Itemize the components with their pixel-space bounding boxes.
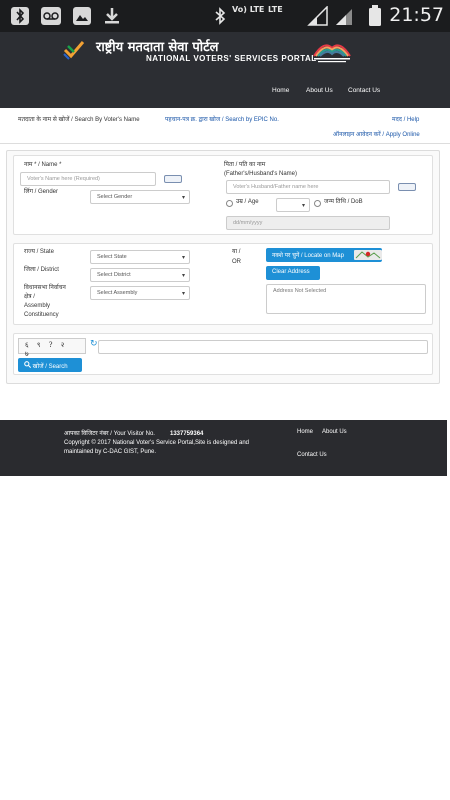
footer-nav-about-us[interactable]: About Us bbox=[322, 428, 347, 437]
assembly-label-hi-2: क्षेत्र / bbox=[24, 294, 35, 300]
captcha-panel: ६ ९ ? २ ७ ↻ खोजें / Search bbox=[13, 333, 433, 375]
dob-label: जन्म तिथि / DoB bbox=[324, 199, 363, 205]
site-header: राष्ट्रीय मतदाता सेवा पोर्टल NATIONAL VO… bbox=[0, 32, 450, 108]
chevron-down-icon: ▾ bbox=[181, 195, 185, 201]
assembly-label-en-2: Constituency bbox=[24, 312, 59, 318]
apply-online-link[interactable]: ऑनलाइन आवेदन करें / Apply Online bbox=[333, 130, 420, 138]
chevron-down-icon: ▾ bbox=[301, 203, 305, 209]
portal-title-english: NATIONAL VOTERS' SERVICES PORTAL bbox=[146, 54, 317, 63]
battery-icon bbox=[368, 5, 382, 33]
nav-home[interactable]: Home bbox=[272, 87, 289, 94]
nav-about-us[interactable]: About Us bbox=[306, 87, 333, 94]
relative-name-label: पिता / पति का नाम bbox=[224, 162, 266, 168]
captcha-input[interactable] bbox=[98, 340, 428, 354]
state-select[interactable]: Select State ▾ bbox=[90, 250, 190, 264]
volte-label: Vo) LTE bbox=[232, 5, 265, 14]
relative-name-input[interactable]: Voter's Husband/Father name here bbox=[226, 180, 390, 194]
status-bar: Vo) LTE LTE 21:57 bbox=[0, 0, 450, 32]
download-icon bbox=[102, 6, 122, 32]
district-select[interactable]: Select District ▾ bbox=[90, 268, 190, 282]
signal-2-icon bbox=[334, 6, 354, 32]
bluetooth-icon bbox=[10, 6, 30, 32]
footer-nav-home[interactable]: Home bbox=[297, 428, 313, 437]
search-by-epic-tab[interactable]: पहचान-पत्र क्र. द्वारा खोज / Search by E… bbox=[165, 115, 279, 123]
visitor-label: आपका विजिटर नंबर / Your Visitor No. bbox=[64, 431, 155, 437]
or-label-en: OR bbox=[232, 259, 241, 265]
nav-contact-us[interactable]: Contact Us bbox=[348, 87, 380, 94]
name-input[interactable]: Voter's Name here (Required) bbox=[20, 172, 156, 186]
relative-keyboard-icon[interactable] bbox=[398, 183, 416, 191]
assembly-label-en-1: Assembly bbox=[24, 303, 51, 309]
clock-time: 21:57 bbox=[389, 4, 444, 26]
eci-logo-icon bbox=[313, 44, 351, 63]
age-select[interactable]: ▾ bbox=[276, 198, 310, 212]
search-by-name-tab[interactable]: मतदाता के नाम से खोजें / Search By Voter… bbox=[18, 115, 140, 123]
state-label: राज्य / State bbox=[24, 249, 54, 255]
portal-title-hindi: राष्ट्रीय मतदाता सेवा पोर्टल bbox=[96, 40, 219, 55]
address-display: Address Not Selected bbox=[266, 284, 426, 314]
refresh-captcha-icon[interactable]: ↻ bbox=[90, 339, 98, 349]
chevron-down-icon: ▾ bbox=[181, 273, 185, 279]
district-label: जिला / District bbox=[24, 267, 59, 273]
portal-logo-icon bbox=[63, 41, 85, 60]
locate-on-map-label: नक्शे पर चुनें / Locate on Map bbox=[272, 253, 344, 259]
or-label-hi: या / bbox=[232, 249, 241, 255]
copyright-line-1: Copyright © 2017 National Voter's Servic… bbox=[64, 440, 250, 446]
clear-address-button[interactable]: Clear Address bbox=[266, 266, 320, 280]
location-panel: राज्य / State Select State ▾ जिला / Dist… bbox=[13, 243, 433, 325]
clear-address-label: Clear Address bbox=[272, 269, 310, 275]
help-link[interactable]: मदद / Help bbox=[392, 115, 419, 123]
search-button-label: खोजें / Search bbox=[32, 364, 68, 370]
site-footer: आपका विजिटर नंबर / Your Visitor No. 1337… bbox=[0, 420, 447, 476]
assembly-label-hi-1: विधानसभा निर्वाचन bbox=[24, 285, 66, 291]
captcha-image: ६ ९ ? २ ७ bbox=[18, 338, 86, 358]
assembly-select[interactable]: Select Assembly ▾ bbox=[90, 286, 190, 300]
search-icon bbox=[24, 361, 33, 370]
district-select-value: Select District bbox=[97, 272, 131, 278]
footer-nav-contact-us[interactable]: Contact Us bbox=[297, 451, 327, 460]
search-form: नाम * / Name * Voter's Name here (Requir… bbox=[6, 150, 440, 384]
dob-input[interactable]: dd/mm/yyyy bbox=[226, 216, 390, 230]
age-radio[interactable] bbox=[226, 200, 233, 207]
gallery-icon bbox=[72, 6, 92, 32]
name-label: नाम * / Name * bbox=[24, 162, 62, 168]
chevron-down-icon: ▾ bbox=[181, 291, 185, 297]
gender-select[interactable]: Select Gender ▾ bbox=[90, 190, 190, 204]
search-mode-bar: मतदाता के नाम से खोजें / Search By Voter… bbox=[0, 108, 450, 144]
lte-label: LTE bbox=[268, 5, 283, 14]
relative-name-label-en: (Father's/Husband's Name) bbox=[224, 171, 297, 177]
search-button[interactable]: खोजें / Search bbox=[18, 358, 82, 372]
gender-select-value: Select Gender bbox=[97, 194, 133, 200]
copyright-line-2: maintained by C-DAC GIST, Pune. bbox=[64, 449, 157, 455]
bluetooth-status-icon bbox=[212, 6, 228, 32]
assembly-select-value: Select Assembly bbox=[97, 290, 138, 296]
personal-details-panel: नाम * / Name * Voter's Name here (Requir… bbox=[13, 155, 433, 235]
age-label: उम्र / Age bbox=[236, 199, 259, 205]
signal-1-icon bbox=[307, 5, 329, 32]
visitor-number: 1337759364 bbox=[170, 431, 204, 437]
dob-radio[interactable] bbox=[314, 200, 321, 207]
chevron-down-icon: ▾ bbox=[181, 255, 185, 261]
gender-label: लिंग / Gender bbox=[24, 189, 59, 195]
name-keyboard-icon[interactable] bbox=[164, 175, 182, 183]
voicemail-icon bbox=[40, 6, 62, 32]
state-select-value: Select State bbox=[97, 254, 127, 260]
map-icon bbox=[354, 250, 382, 260]
